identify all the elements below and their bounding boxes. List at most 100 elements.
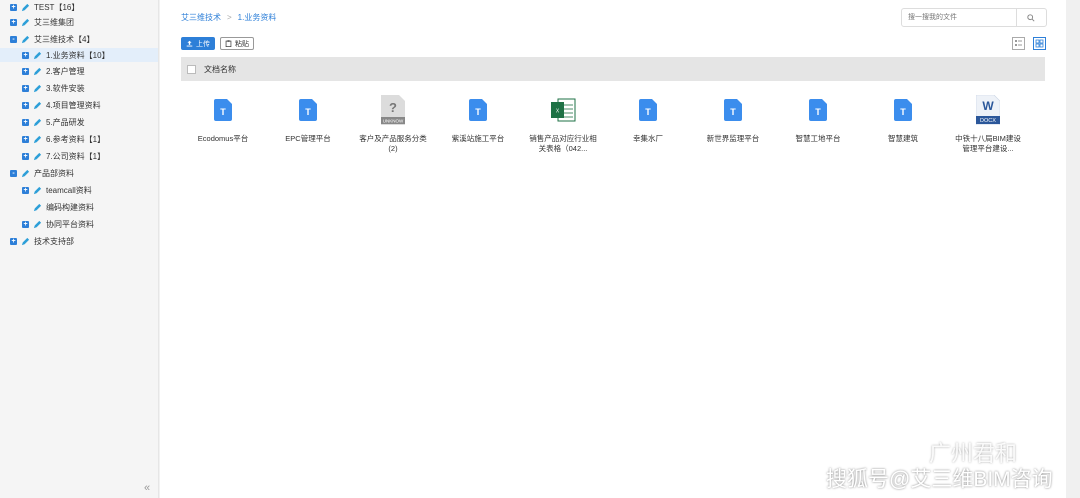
expand-icon[interactable]: + — [22, 220, 29, 228]
pencil-icon — [21, 3, 30, 11]
tree-item-label: TEST【16】 — [34, 2, 80, 12]
breadcrumb-separator: > — [227, 13, 232, 22]
svg-text:DOCX: DOCX — [980, 118, 996, 124]
excel-icon: X — [551, 98, 576, 122]
svg-text:T: T — [645, 107, 651, 117]
file-name: 紫溪站施工平台 — [451, 134, 505, 143]
file-item[interactable]: T 智慧建筑 — [863, 94, 943, 144]
tree-item-customer[interactable]: + 2.客户管理 — [22, 64, 85, 78]
file-name: 客户及产品服务分类 (2) — [359, 134, 427, 153]
tree-item-label: 2.客户管理 — [46, 66, 85, 76]
tree-item-label: 产品部资料 — [34, 168, 74, 178]
tree-item-product-dev[interactable]: + 5.产品研发 — [22, 115, 85, 129]
expand-icon[interactable]: + — [22, 152, 29, 160]
file-item[interactable]: T 幸集水厂 — [608, 94, 688, 144]
tree-item-tech[interactable]: - 艾三维技术【4】 — [10, 32, 94, 46]
tree-item-company[interactable]: + 7.公司资料【1】 — [22, 149, 105, 163]
doc-t-icon: T — [299, 99, 317, 121]
tree-item-label: 3.软件安装 — [46, 83, 85, 93]
svg-text:T: T — [305, 107, 311, 117]
expand-icon[interactable]: + — [22, 186, 29, 194]
expand-icon[interactable]: + — [22, 51, 29, 59]
paste-button[interactable]: 粘贴 — [220, 37, 254, 50]
tree-item-test[interactable]: + TEST【16】 — [10, 0, 79, 14]
page-scrollbar[interactable] — [1066, 0, 1080, 498]
file-item[interactable]: T EPC管理平台 — [268, 94, 348, 144]
svg-text:T: T — [730, 107, 736, 117]
file-name: 幸集水厂 — [633, 134, 663, 143]
pencil-icon — [33, 51, 42, 59]
upload-label: 上传 — [196, 40, 210, 48]
file-item[interactable]: ? UNKNOW 客户及产品服务分类 (2) — [353, 94, 433, 154]
pencil-icon — [33, 101, 42, 109]
svg-text:T: T — [220, 107, 226, 117]
tree-item-label: 1.业务资料【10】 — [46, 50, 110, 60]
pencil-icon — [33, 186, 42, 194]
file-item[interactable]: T 新世界监理平台 — [693, 94, 773, 144]
search-button[interactable] — [1015, 9, 1046, 26]
svg-text:W: W — [982, 99, 994, 113]
tree-item-label: 编码构建资料 — [46, 202, 94, 212]
grid-view-icon — [1035, 39, 1044, 48]
svg-text:T: T — [900, 107, 906, 117]
sidebar-collapse-icon[interactable]: « — [144, 482, 150, 494]
column-header-name: 文档名称 — [204, 64, 236, 74]
grid-view-button[interactable] — [1033, 37, 1046, 50]
tree-item-product-dept[interactable]: - 产品部资料 — [10, 166, 74, 180]
tree-item-software[interactable]: + 3.软件安装 — [22, 81, 85, 95]
word-icon: W DOCX — [976, 95, 1000, 125]
breadcrumb: 艾三维技术 > 1.业务资料 — [181, 12, 276, 23]
collapse-icon[interactable]: - — [10, 35, 17, 43]
expand-icon[interactable]: + — [22, 118, 29, 126]
expand-icon[interactable]: + — [10, 3, 17, 11]
search-box — [901, 8, 1047, 27]
upload-button[interactable]: 上传 — [181, 37, 215, 50]
clipboard-icon — [225, 40, 232, 47]
expand-icon[interactable]: + — [22, 135, 29, 143]
tree-item-label: 艾三维集团 — [34, 17, 74, 27]
file-name: EPC管理平台 — [285, 134, 331, 143]
doc-t-icon: T — [724, 99, 742, 121]
tree-item-group[interactable]: + 艾三维集团 — [10, 15, 74, 29]
search-input[interactable] — [902, 13, 1016, 22]
pencil-icon — [21, 35, 30, 43]
search-icon — [1027, 13, 1035, 22]
tree-item-coding[interactable]: 编码构建资料 — [33, 200, 94, 214]
svg-text:UNKNOW: UNKNOW — [383, 119, 404, 124]
expand-icon[interactable]: + — [10, 18, 17, 26]
expand-icon[interactable]: + — [22, 101, 29, 109]
tree-item-teamcall[interactable]: + teamcall资料 — [22, 183, 92, 197]
tree-item-support[interactable]: + 技术支持部 — [10, 234, 74, 248]
tree-item-project[interactable]: + 4.项目管理资料 — [22, 98, 101, 112]
svg-text:?: ? — [389, 100, 397, 115]
doc-t-icon: T — [214, 99, 232, 121]
list-view-icon — [1015, 40, 1022, 46]
tree-item-label: 7.公司资料【1】 — [46, 151, 106, 161]
file-item[interactable]: X 销售产品对应行业相关表格（042... — [523, 94, 603, 154]
doc-t-icon: T — [469, 99, 487, 121]
paste-label: 粘贴 — [235, 40, 249, 48]
breadcrumb-current[interactable]: 1.业务资料 — [238, 12, 277, 23]
file-name: 新世界监理平台 — [706, 134, 760, 143]
select-all-checkbox[interactable] — [187, 64, 196, 74]
file-item[interactable]: T Ecodomus平台 — [183, 94, 263, 144]
expand-icon[interactable]: + — [22, 67, 29, 75]
collapse-icon[interactable]: - — [10, 169, 17, 177]
file-name: 智慧建筑 — [888, 134, 918, 143]
svg-text:T: T — [815, 107, 821, 117]
expand-icon[interactable]: + — [10, 237, 17, 245]
file-item[interactable]: W DOCX 中铁十八局BIM建设管理平台建设... — [948, 94, 1028, 154]
tree-item-collab[interactable]: + 协同平台资料 — [22, 217, 94, 231]
expand-icon[interactable]: + — [22, 84, 29, 92]
pencil-icon — [33, 118, 42, 126]
doc-t-icon: T — [894, 99, 912, 121]
file-name: 智慧工地平台 — [795, 134, 841, 143]
breadcrumb-root[interactable]: 艾三维技术 — [181, 12, 221, 23]
tree-item-reference[interactable]: + 6.参考资料【1】 — [22, 132, 105, 146]
tree-item-label: teamcall资料 — [46, 185, 92, 195]
file-item[interactable]: T 紫溪站施工平台 — [438, 94, 518, 144]
list-view-button[interactable] — [1012, 37, 1025, 50]
file-item[interactable]: T 智慧工地平台 — [778, 94, 858, 144]
svg-text:T: T — [475, 107, 481, 117]
tree-item-business[interactable]: + 1.业务资料【10】 — [0, 48, 158, 62]
